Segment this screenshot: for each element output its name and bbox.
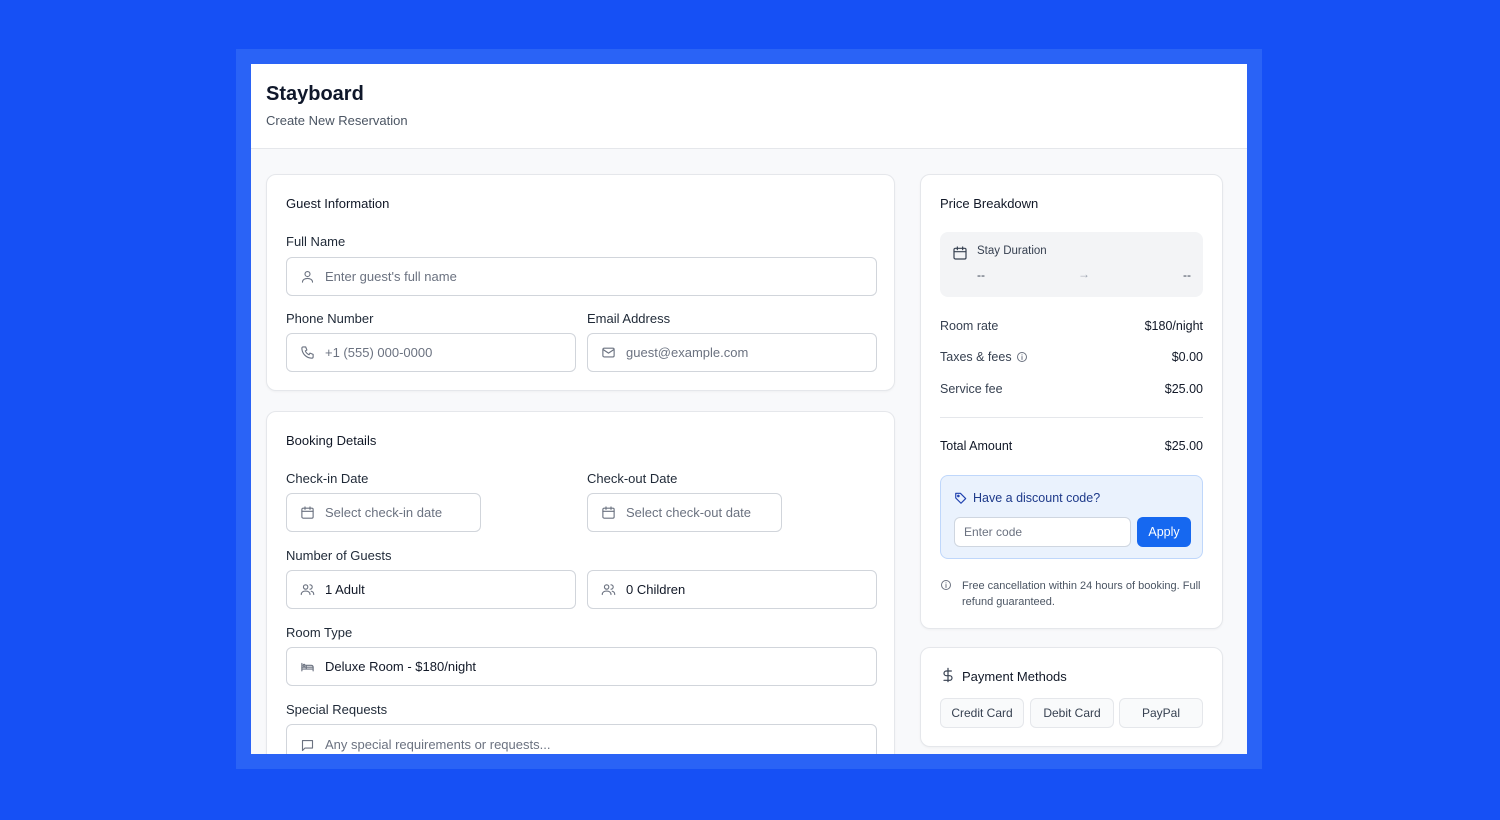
check-in-placeholder: Select check-in date <box>325 505 443 520</box>
discount-code-input[interactable]: Enter code <box>954 517 1131 547</box>
stay-arrow: → <box>1078 267 1090 281</box>
adults-value: 1 Adult <box>325 582 365 597</box>
apply-discount-button[interactable]: Apply <box>1137 517 1191 547</box>
total-amount-value: $25.00 <box>1164 439 1203 453</box>
total-amount-label: Total Amount <box>940 439 1013 453</box>
phone-number-label: Phone Number <box>286 311 374 326</box>
taxes-fees-row: Taxes & fees $0.00 <box>940 350 1203 364</box>
taxes-fees-label-group: Taxes & fees <box>940 350 1028 364</box>
calendar-icon <box>299 505 315 521</box>
full-name-input[interactable]: Enter guest's full name <box>286 257 877 296</box>
email-address-placeholder: guest@example.com <box>626 345 749 360</box>
children-select[interactable]: 0 Children <box>587 570 877 609</box>
phone-number-placeholder: +1 (555) 000-0000 <box>325 345 433 360</box>
app-header: Stayboard Create New Reservation <box>251 64 1247 149</box>
calendar-icon <box>952 245 968 261</box>
children-value: 0 Children <box>626 582 686 597</box>
phone-number-input[interactable]: +1 (555) 000-0000 <box>286 333 576 372</box>
discount-title: Have a discount code? <box>973 491 1101 505</box>
special-requests-placeholder: Any special requirements or requests... <box>325 737 551 752</box>
special-requests-label: Special Requests <box>286 702 388 717</box>
email-address-label: Email Address <box>587 311 671 326</box>
user-icon <box>299 269 315 285</box>
special-requests-textarea[interactable]: Any special requirements or requests... <box>286 724 877 754</box>
room-rate-label: Room rate <box>940 319 999 333</box>
discount-code-placeholder: Enter code <box>964 525 1023 539</box>
tag-icon <box>954 491 968 505</box>
page-subtitle: Create New Reservation <box>266 113 408 128</box>
message-icon <box>299 737 315 753</box>
service-fee-row: Service fee $25.00 <box>940 382 1203 396</box>
room-rate-row: Room rate $180/night <box>940 319 1203 333</box>
discount-code-box: Have a discount code? Enter code Apply <box>940 475 1203 559</box>
guest-information-title: Guest Information <box>286 196 390 211</box>
total-amount-row: Total Amount $25.00 <box>940 439 1203 453</box>
stay-to: -- <box>1183 268 1191 282</box>
check-out-placeholder: Select check-out date <box>626 505 752 520</box>
check-out-label: Check-out Date <box>587 471 678 486</box>
adults-select[interactable]: 1 Adult <box>286 570 576 609</box>
room-type-value: Deluxe Room - $180/night <box>325 659 477 674</box>
guest-information-card: Guest Information Full Name Enter guest'… <box>266 174 895 391</box>
stay-from: -- <box>977 268 985 282</box>
app-title: Stayboard <box>266 83 364 105</box>
credit-card-button[interactable]: Credit Card <box>940 698 1024 728</box>
info-icon[interactable] <box>1016 351 1028 363</box>
check-out-date-picker[interactable]: Select check-out date <box>587 493 782 532</box>
check-in-date-picker[interactable]: Select check-in date <box>286 493 481 532</box>
payment-methods-title: Payment Methods <box>962 669 1067 684</box>
phone-icon <box>299 345 315 361</box>
users-icon <box>299 582 315 598</box>
taxes-fees-amount: $0.00 <box>1171 350 1203 364</box>
payment-methods-card: Payment Methods Credit Card Debit Card P… <box>920 647 1223 747</box>
app-window: Stayboard Create New Reservation Guest I… <box>251 64 1247 754</box>
taxes-fees-label: Taxes & fees <box>940 350 1012 364</box>
price-divider <box>940 417 1203 418</box>
service-fee-label: Service fee <box>940 382 1003 396</box>
paypal-button[interactable]: PayPal <box>1119 698 1203 728</box>
room-rate-amount: $180/night <box>1144 319 1203 333</box>
bed-icon <box>299 659 315 675</box>
room-type-select[interactable]: Deluxe Room - $180/night <box>286 647 877 686</box>
service-fee-amount: $25.00 <box>1164 382 1203 396</box>
check-in-label: Check-in Date <box>286 471 369 486</box>
stay-duration-box: Stay Duration -- → -- <box>940 232 1203 297</box>
booking-details-title: Booking Details <box>286 433 377 448</box>
number-of-guests-label: Number of Guests <box>286 548 392 563</box>
stay-duration-label: Stay Duration <box>977 245 1047 257</box>
room-type-label: Room Type <box>286 625 353 640</box>
full-name-label: Full Name <box>286 234 346 249</box>
email-address-input[interactable]: guest@example.com <box>587 333 877 372</box>
full-name-placeholder: Enter guest's full name <box>325 269 457 284</box>
mail-icon <box>600 345 616 361</box>
debit-card-button[interactable]: Debit Card <box>1030 698 1114 728</box>
booking-details-card: Booking Details Check-in Date Select che… <box>266 411 895 754</box>
dollar-icon <box>940 667 956 683</box>
price-breakdown-card: Price Breakdown Stay Duration -- → -- Ro… <box>920 174 1223 629</box>
cancellation-note: Free cancellation within 24 hours of boo… <box>962 580 1201 608</box>
users-icon <box>600 582 616 598</box>
calendar-icon <box>600 505 616 521</box>
info-icon <box>940 579 952 591</box>
price-breakdown-title: Price Breakdown <box>940 196 1039 211</box>
